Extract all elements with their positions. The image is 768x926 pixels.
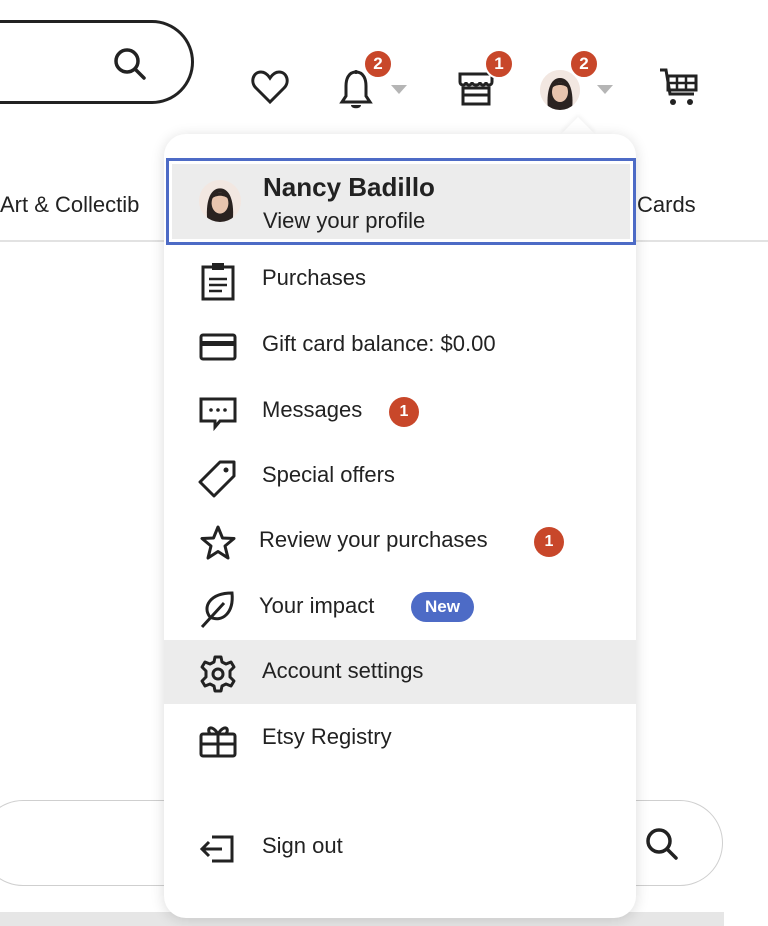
credit-card-icon — [198, 327, 238, 367]
tag-icon — [198, 458, 238, 498]
menu-item-label: Account settings — [262, 658, 424, 683]
star-icon — [198, 523, 238, 563]
gift-icon — [198, 720, 238, 760]
menu-item-label: Sign out — [262, 833, 343, 858]
search-icon[interactable] — [643, 825, 683, 870]
profile-name: Nancy Badillo — [263, 172, 435, 202]
menu-item-messages[interactable]: Messages 1 — [164, 379, 636, 443]
menu-item-gift-card-balance[interactable]: Gift card balance: $0.00 — [164, 313, 636, 377]
menu-item-label: Review your purchases — [259, 527, 488, 552]
messages-count-badge: 1 — [389, 397, 419, 427]
menu-item-sign-out[interactable]: Sign out — [164, 815, 636, 879]
leaf-icon — [198, 589, 238, 629]
profile-avatar — [199, 180, 241, 222]
menu-item-label: Purchases — [262, 265, 366, 290]
view-profile-item[interactable]: Nancy Badillo View your profile — [166, 158, 636, 245]
menu-item-label: Your impact — [259, 593, 375, 618]
cart-icon[interactable] — [658, 66, 700, 113]
gear-icon — [198, 654, 238, 694]
account-menu: Nancy Badillo View your profile Purchase… — [164, 134, 636, 918]
menu-item-label: Etsy Registry — [262, 724, 392, 749]
menu-item-account-settings[interactable]: Account settings — [164, 640, 636, 704]
account-caret-icon[interactable] — [597, 85, 613, 94]
menu-item-purchases[interactable]: Purchases — [164, 247, 636, 311]
account-badge: 2 — [569, 49, 599, 79]
new-pill: New — [411, 592, 474, 622]
view-profile-link[interactable]: View your profile — [263, 208, 425, 234]
menu-item-special-offers[interactable]: Special offers — [164, 444, 636, 508]
search-bar[interactable] — [0, 20, 194, 104]
category-cards[interactable]: Cards — [637, 192, 696, 218]
menu-item-label: Gift card balance: $0.00 — [262, 331, 496, 356]
menu-item-your-impact[interactable]: Your impact New — [164, 575, 636, 639]
notifications-badge: 2 — [363, 49, 393, 79]
notifications-caret-icon[interactable] — [391, 85, 407, 94]
menu-item-review-purchases[interactable]: Review your purchases 1 — [164, 509, 636, 573]
menu-item-label: Messages — [262, 397, 363, 422]
message-icon — [198, 393, 238, 433]
shop-badge: 1 — [484, 49, 514, 79]
category-art-collectibles[interactable]: Art & Collectib — [0, 192, 139, 218]
search-icon[interactable] — [111, 45, 151, 90]
menu-item-etsy-registry[interactable]: Etsy Registry — [164, 706, 636, 770]
sign-out-icon — [198, 829, 238, 869]
clipboard-icon — [198, 261, 238, 301]
review-count-badge: 1 — [534, 527, 564, 557]
menu-item-label: Special offers — [262, 462, 395, 487]
heart-icon[interactable] — [250, 68, 290, 111]
